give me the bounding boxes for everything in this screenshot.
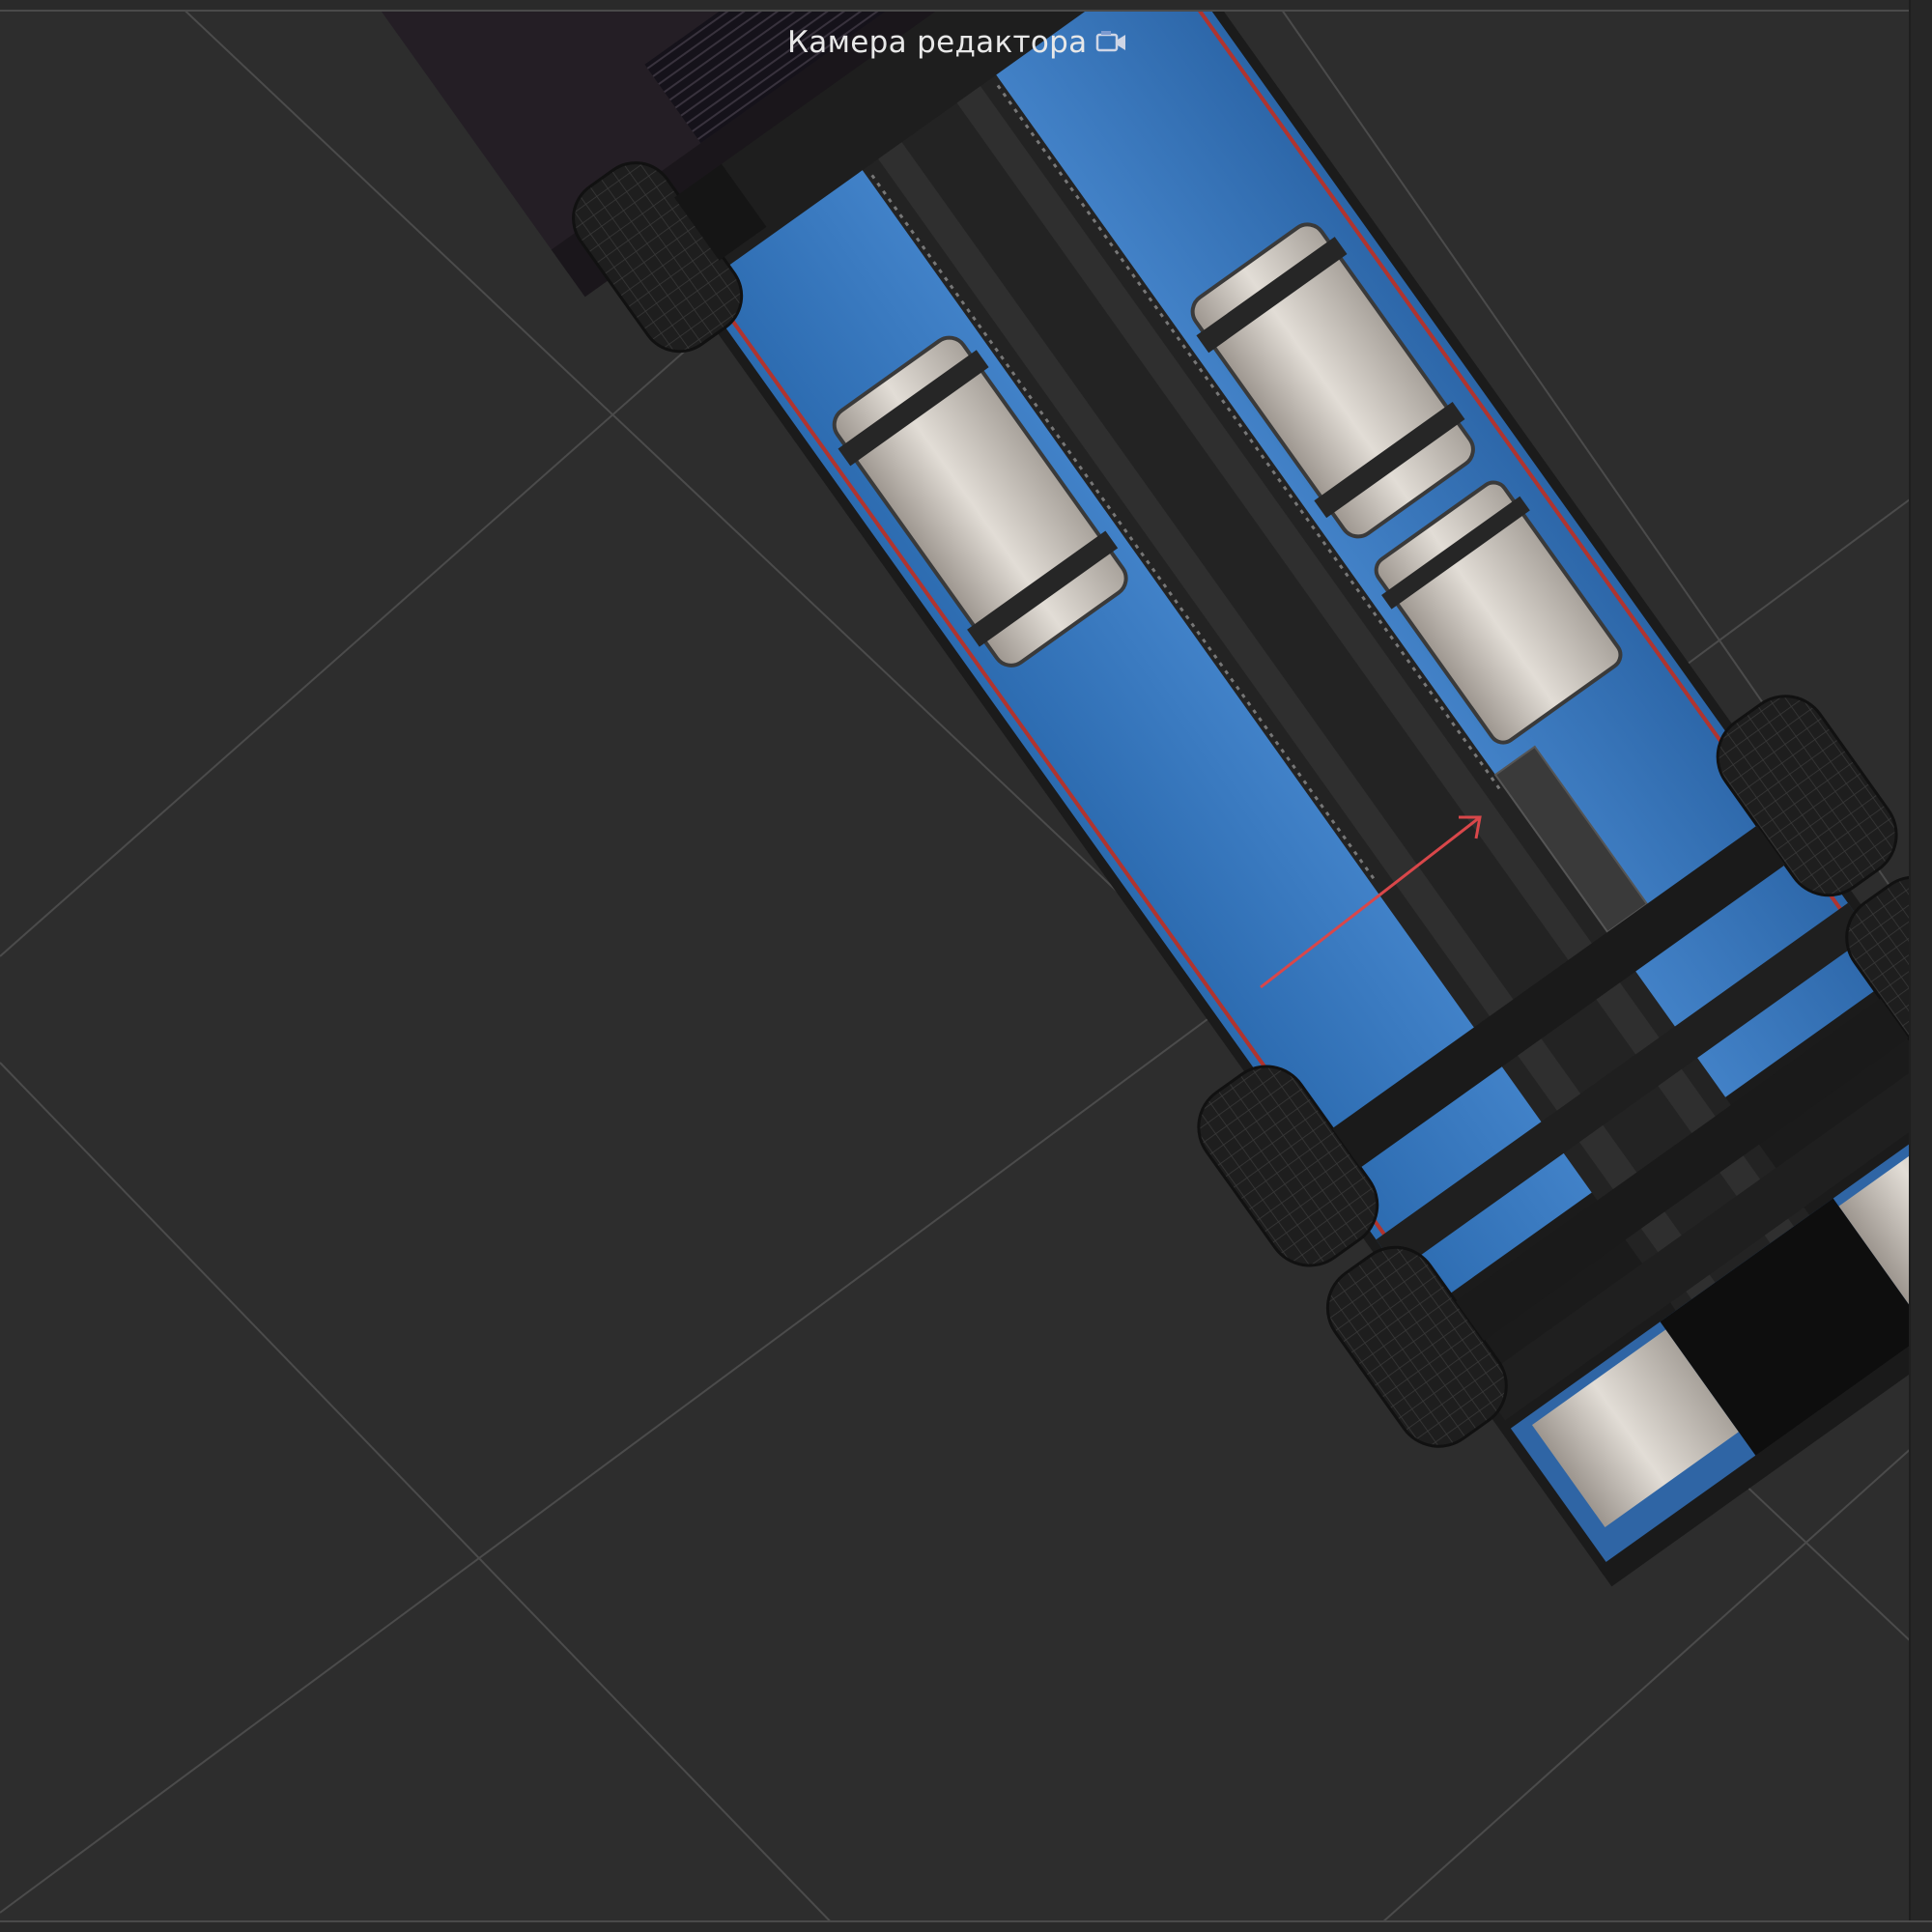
scene-render[interactable]: [0, 0, 1932, 1932]
viewport-top-border: [0, 0, 1932, 12]
video-camera-icon: [1094, 29, 1129, 56]
viewport-scrollbar[interactable]: [1909, 0, 1932, 1932]
camera-label[interactable]: Камера редактора: [787, 19, 1129, 66]
viewport-bottom-border: [0, 1920, 1932, 1932]
camera-label-text: Камера редактора: [787, 25, 1088, 60]
grid-line: [0, 1062, 841, 1932]
editor-viewport[interactable]: Камера редактора: [0, 0, 1932, 1932]
truck-model[interactable]: [332, 0, 1932, 1637]
